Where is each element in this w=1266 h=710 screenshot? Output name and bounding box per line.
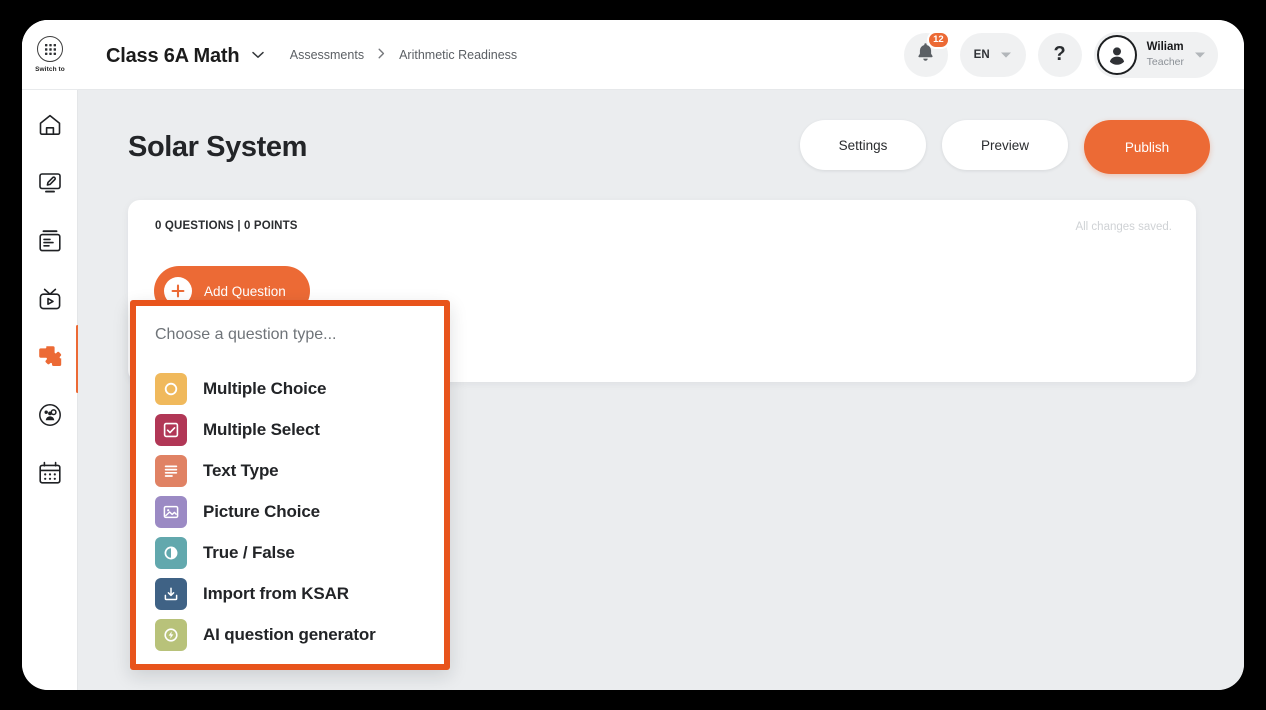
language-label: EN <box>973 48 990 61</box>
image-icon <box>155 495 187 528</box>
publish-button[interactable]: Publish <box>1084 120 1210 174</box>
question-type-search-input[interactable]: Choose a question type... <box>155 326 444 344</box>
breadcrumb: Assessments Arithmetic Readiness <box>290 48 517 62</box>
add-question-label: Add Question <box>204 283 286 299</box>
sidebar-item-whiteboard[interactable] <box>22 156 78 214</box>
question-type-label: Import from KSAR <box>203 583 349 603</box>
settings-button[interactable]: Settings <box>800 120 926 170</box>
sidebar-item-classes[interactable] <box>22 388 78 446</box>
chevron-down-icon[interactable] <box>251 42 264 65</box>
question-type-option-import-ksar[interactable]: Import from KSAR <box>136 573 444 614</box>
language-selector[interactable]: EN <box>959 32 1026 77</box>
question-type-label: Multiple Choice <box>203 378 327 398</box>
people-group-icon <box>37 402 63 433</box>
sidebar-item-assessments[interactable] <box>22 330 78 388</box>
topbar: Class 6A Math Assessments Arithmetic Rea… <box>78 20 1244 90</box>
question-type-option-picture-choice[interactable]: Picture Choice <box>136 491 444 532</box>
home-icon <box>37 112 63 143</box>
sidebar-item-home[interactable] <box>22 98 78 156</box>
half-circle-icon <box>155 536 187 569</box>
user-role: Teacher <box>1146 55 1184 68</box>
question-type-label: True / False <box>203 542 295 562</box>
question-type-option-true-false[interactable]: True / False <box>136 532 444 573</box>
question-type-label: Text Type <box>203 460 279 480</box>
app-window: Switch to Class 6A Math Assessments Arit… <box>22 20 1244 690</box>
breadcrumb-separator-icon <box>378 48 385 62</box>
puzzle-cross-icon <box>36 343 64 376</box>
switch-to-label: Switch to <box>35 66 65 73</box>
pencil-board-icon <box>37 170 63 201</box>
calendar-icon <box>37 460 63 491</box>
notifications-button[interactable]: 12 <box>903 30 950 77</box>
chevron-down-icon[interactable] <box>1000 46 1012 64</box>
user-info: Wiliam Teacher <box>1147 41 1184 67</box>
question-type-option-multiple-select[interactable]: Multiple Select <box>136 409 444 450</box>
preview-button[interactable]: Preview <box>942 120 1068 170</box>
class-name-label: Class 6A Math <box>106 44 240 67</box>
question-mark-icon: ? <box>1053 43 1066 65</box>
page-actions: Settings Preview Publish <box>800 120 1210 174</box>
text-lines-icon <box>155 454 187 487</box>
page-header: Solar System Settings Preview Publish <box>78 90 1244 174</box>
breadcrumb-item-assessments[interactable]: Assessments <box>290 48 364 62</box>
question-count-summary: 0 QUESTIONS | 0 POINTS <box>155 220 298 232</box>
notification-badge: 12 <box>927 30 950 49</box>
question-type-dropdown: Choose a question type... Multiple Choic… <box>130 300 450 670</box>
sidebar-item-videos[interactable] <box>22 272 78 330</box>
user-menu[interactable]: Wiliam Teacher <box>1093 31 1218 78</box>
save-status: All changes saved. <box>1075 221 1172 233</box>
radio-icon <box>155 372 187 405</box>
tv-play-icon <box>37 286 63 317</box>
switch-to-button[interactable]: Switch to <box>22 20 78 90</box>
help-button[interactable]: ? <box>1037 32 1082 77</box>
import-icon <box>155 577 187 610</box>
sidebar-item-calendar[interactable] <box>22 446 78 504</box>
sidebar-item-articles[interactable] <box>22 214 78 272</box>
grid-icon <box>37 36 63 62</box>
topbar-actions: 12 EN ? Wiliam Teacher <box>903 30 1218 78</box>
question-type-label: Multiple Select <box>203 419 320 439</box>
ai-sparkle-icon <box>155 618 187 651</box>
checkbox-icon <box>155 413 187 446</box>
question-type-option-ai-generator[interactable]: AI question generator <box>136 614 444 655</box>
sidebar: Switch to <box>22 20 78 690</box>
question-type-list: Multiple Choice Multiple Select Text Typ… <box>136 368 444 655</box>
question-type-option-text-type[interactable]: Text Type <box>136 450 444 491</box>
user-name: Wiliam <box>1146 41 1184 54</box>
page-title: Solar System <box>128 130 307 163</box>
question-type-label: AI question generator <box>203 624 376 644</box>
breadcrumb-item-current[interactable]: Arithmetic Readiness <box>399 48 517 62</box>
question-type-option-multiple-choice[interactable]: Multiple Choice <box>136 368 444 409</box>
question-type-label: Picture Choice <box>203 501 320 521</box>
chevron-down-icon[interactable] <box>1194 46 1206 64</box>
avatar <box>1096 34 1137 75</box>
article-icon <box>37 228 63 259</box>
class-selector[interactable]: Class 6A Math <box>106 42 264 68</box>
